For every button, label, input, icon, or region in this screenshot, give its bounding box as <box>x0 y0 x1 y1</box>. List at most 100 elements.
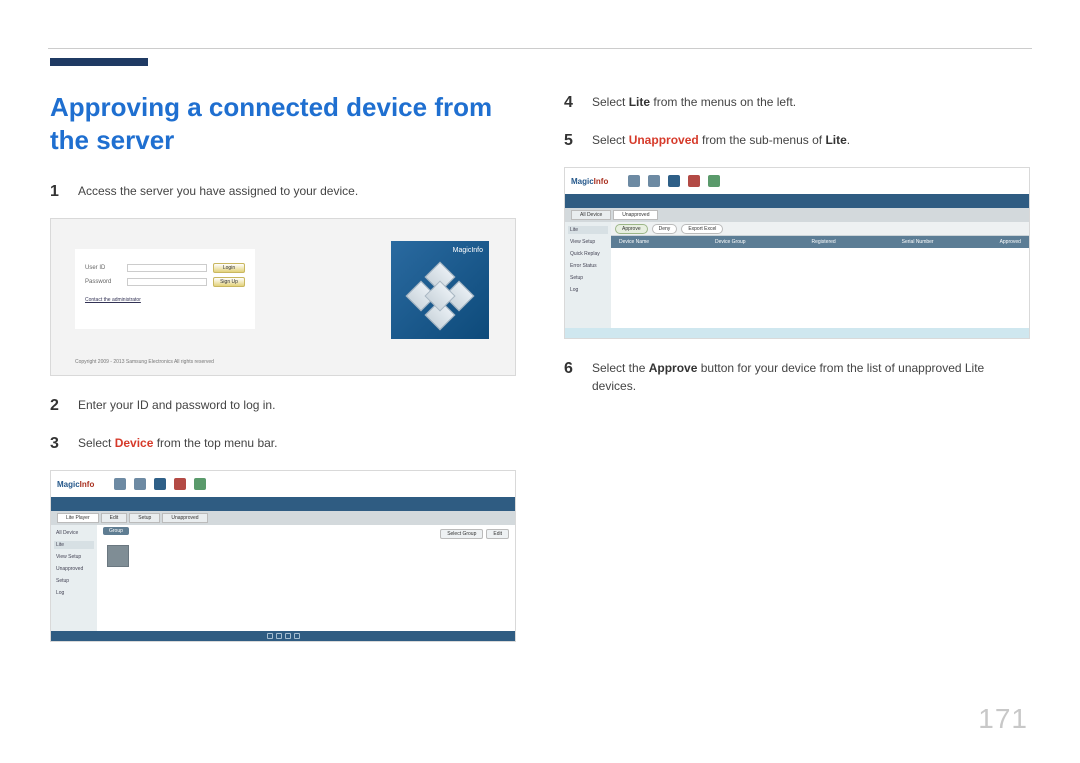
sb-icon[interactable] <box>276 633 282 639</box>
content-icon[interactable] <box>628 175 640 187</box>
tab-unapproved[interactable]: Unapproved <box>162 513 207 523</box>
step3-post: from the top menu bar. <box>153 436 277 450</box>
screenshot-unapproved-list: MagicInfo All Device Unapproved Lite V <box>564 167 1030 339</box>
user-id-input[interactable] <box>127 264 207 272</box>
col-registered: Registered <box>812 239 836 245</box>
step5-pre: Select <box>592 133 629 147</box>
schedule-icon[interactable] <box>134 478 146 490</box>
tab-unapproved-top[interactable]: Unapproved <box>613 210 658 220</box>
app-navbar <box>51 497 515 511</box>
step-3: 3 Select Device from the top menu bar. <box>50 432 516 456</box>
column-header-row: Device Name Device Group Registered Seri… <box>611 236 1029 248</box>
step-4: 4 Select Lite from the menus on the left… <box>564 91 1030 115</box>
step-number: 5 <box>564 129 578 153</box>
app-logo: MagicInfo <box>57 480 94 489</box>
brand-label: MagicInfo <box>453 247 483 254</box>
setting-icon[interactable] <box>708 175 720 187</box>
section-heading: Approving a connected device from the se… <box>50 91 516 156</box>
user-icon[interactable] <box>688 175 700 187</box>
sb-icon[interactable] <box>285 633 291 639</box>
step4-hl: Lite <box>629 95 650 109</box>
password-input[interactable] <box>127 278 207 286</box>
step-text: Select the Approve button for your devic… <box>592 357 1030 395</box>
step-6: 6 Select the Approve button for your dev… <box>564 357 1030 395</box>
app-navbar <box>565 194 1029 208</box>
side-lite[interactable]: Lite <box>568 226 608 234</box>
logo-part2: Info <box>80 480 95 489</box>
step-text: Access the server you have assigned to y… <box>78 180 358 200</box>
sb-icon[interactable] <box>294 633 300 639</box>
side-quick-replay[interactable]: Quick Replay <box>568 250 608 258</box>
step-number: 3 <box>50 432 64 456</box>
app-sidebar: All Device Lite View Setup Unapproved Se… <box>51 525 97 631</box>
content-icon[interactable] <box>114 478 126 490</box>
login-button[interactable]: Login <box>213 263 245 273</box>
app-tabbar: All Device Unapproved <box>565 208 1029 222</box>
setting-icon[interactable] <box>194 478 206 490</box>
top-icons <box>628 175 720 187</box>
tab-all-device[interactable]: All Device <box>571 210 611 220</box>
group-chip[interactable]: Group <box>103 527 129 535</box>
step-text: Select Device from the top menu bar. <box>78 432 277 452</box>
tab-edit[interactable]: Edit <box>101 513 128 523</box>
step-5: 5 Select Unapproved from the sub-menus o… <box>564 129 1030 153</box>
step-text: Select Lite from the menus on the left. <box>592 91 796 111</box>
top-icons <box>114 478 206 490</box>
user-icon[interactable] <box>174 478 186 490</box>
app-topbar: MagicInfo <box>51 471 515 497</box>
col-approved: Approved <box>1000 239 1021 245</box>
side-unapproved[interactable]: Unapproved <box>54 565 94 573</box>
side-lite[interactable]: Lite <box>54 541 94 549</box>
side-error-status[interactable]: Error Status <box>568 262 608 270</box>
app-body: All Device Lite View Setup Unapproved Se… <box>51 525 515 631</box>
signup-button[interactable]: Sign Up <box>213 277 245 287</box>
sb-icon[interactable] <box>267 633 273 639</box>
deny-button[interactable]: Deny <box>652 224 678 234</box>
step-number: 2 <box>50 394 64 418</box>
select-group-button[interactable]: Select Group <box>440 529 483 539</box>
step-text: Select Unapproved from the sub-menus of … <box>592 129 850 149</box>
password-label: Password <box>85 279 121 285</box>
action-row: Approve Deny Export Excel <box>611 222 1029 236</box>
screenshot-device-view: MagicInfo Lite Player Edit Setup Unappro… <box>50 470 516 642</box>
screenshot-login: User ID Login Password Sign Up Contact t… <box>50 218 516 376</box>
col-device-group: Device Group <box>715 239 746 245</box>
step5-hl: Unapproved <box>629 133 699 147</box>
step4-post: from the menus on the left. <box>650 95 796 109</box>
app-sidebar: Lite View Setup Quick Replay Error Statu… <box>565 222 611 328</box>
login-panel: User ID Login Password Sign Up Contact t… <box>75 249 255 329</box>
step-1: 1 Access the server you have assigned to… <box>50 180 516 204</box>
schedule-icon[interactable] <box>648 175 660 187</box>
brand-graphic <box>410 266 470 326</box>
app-logo: MagicInfo <box>571 177 608 186</box>
contact-admin-link[interactable]: Contact the administrator <box>85 297 245 303</box>
app-topbar: MagicInfo <box>565 168 1029 194</box>
logo-part1: Magic <box>571 177 594 186</box>
user-id-label: User ID <box>85 265 121 271</box>
main-buttons: Select Group Edit <box>440 529 509 539</box>
side-all-device[interactable]: All Device <box>54 529 94 537</box>
side-view-setup[interactable]: View Setup <box>568 238 608 246</box>
side-log[interactable]: Log <box>568 286 608 294</box>
edit-button[interactable]: Edit <box>486 529 509 539</box>
export-excel-button[interactable]: Export Excel <box>681 224 723 234</box>
logo-part1: Magic <box>57 480 80 489</box>
step5-post: from the sub-menus of <box>699 133 826 147</box>
tab-setup[interactable]: Setup <box>129 513 160 523</box>
step-number: 4 <box>564 91 578 115</box>
app-main: Group Select Group Edit <box>97 525 515 631</box>
tab-lite-player[interactable]: Lite Player <box>57 513 99 523</box>
device-icon[interactable] <box>154 478 166 490</box>
status-bar <box>51 631 515 641</box>
accent-bar <box>50 58 148 66</box>
side-setup[interactable]: Setup <box>54 577 94 585</box>
side-log[interactable]: Log <box>54 589 94 597</box>
approve-button[interactable]: Approve <box>615 224 648 234</box>
device-icon[interactable] <box>668 175 680 187</box>
step5-post2: . <box>847 133 850 147</box>
device-thumbnail[interactable] <box>107 545 129 567</box>
side-view-setup[interactable]: View Setup <box>54 553 94 561</box>
step6-hl: Approve <box>649 361 698 375</box>
step-text: Enter your ID and password to log in. <box>78 394 275 414</box>
side-setup[interactable]: Setup <box>568 274 608 282</box>
